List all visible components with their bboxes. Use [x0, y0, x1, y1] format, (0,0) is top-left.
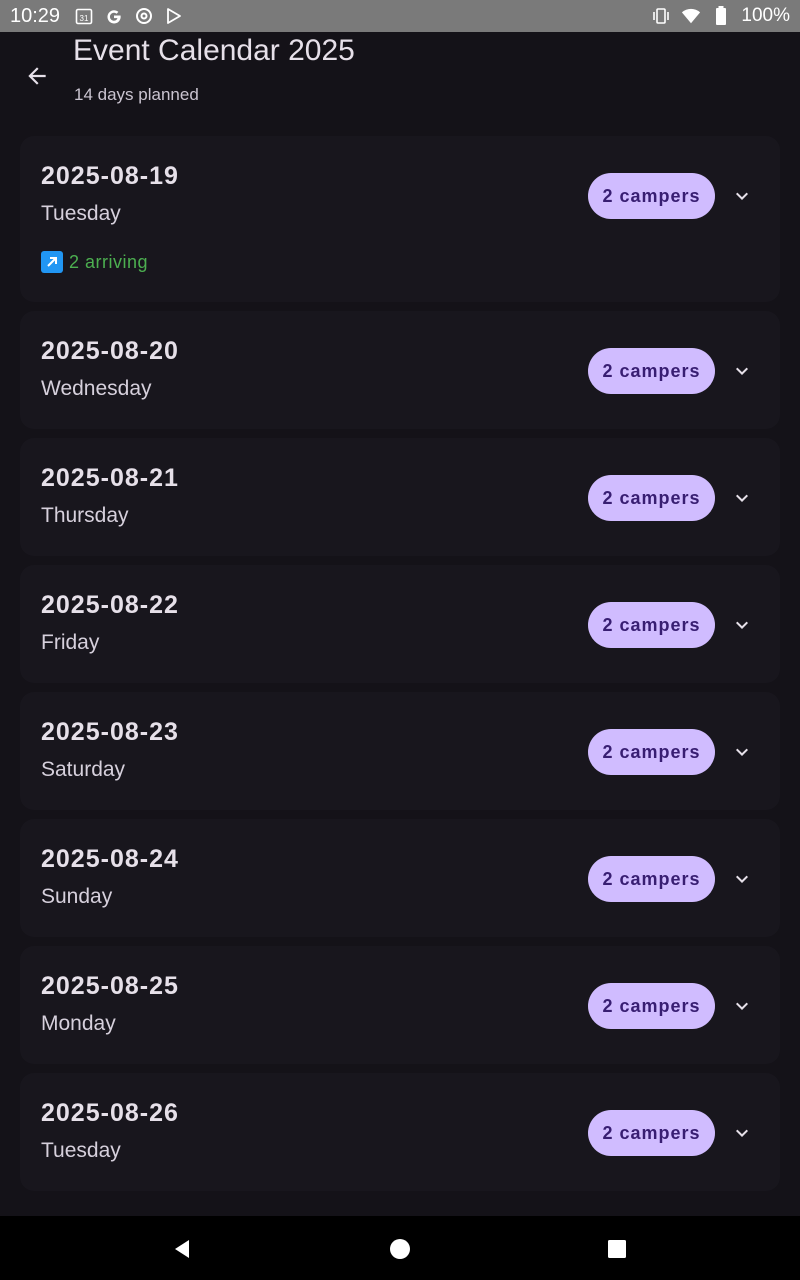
day-date: 2025-08-25: [41, 972, 179, 1000]
day-card[interactable]: 2025-08-19 Tuesday 2 campers 2 arriving: [20, 136, 780, 302]
day-weekday: Tuesday: [41, 1139, 121, 1162]
chevron-down-icon: [736, 494, 748, 502]
chevron-down-icon: [736, 621, 748, 629]
day-date: 2025-08-21: [41, 464, 179, 492]
day-card[interactable]: 2025-08-25 Monday 2 campers: [20, 946, 780, 1064]
vibrate-icon: [651, 6, 671, 26]
day-weekday: Monday: [41, 1012, 116, 1035]
nav-recents-button[interactable]: [602, 1234, 632, 1264]
page-title: Event Calendar 2025: [73, 34, 355, 67]
camper-count-chip[interactable]: 2 campers: [588, 856, 715, 902]
square-recents-icon: [608, 1240, 626, 1258]
battery-icon: [711, 6, 731, 26]
camper-count-chip[interactable]: 2 campers: [588, 602, 715, 648]
camper-count-chip[interactable]: 2 campers: [588, 475, 715, 521]
status-bar: 10:29 31 100%: [0, 0, 800, 32]
calendar-icon: 31: [74, 6, 94, 26]
day-card[interactable]: 2025-08-22 Friday 2 campers: [20, 565, 780, 683]
chevron-down-icon: [736, 1002, 748, 1010]
expand-button[interactable]: [730, 486, 754, 510]
page-subtitle: 14 days planned: [74, 85, 199, 104]
status-icons-left: 31: [74, 6, 184, 26]
status-icons-right: 100%: [651, 5, 790, 27]
app-bar: Event Calendar 2025 14 days planned: [0, 32, 800, 128]
day-weekday: Sunday: [41, 885, 113, 908]
expand-button[interactable]: [730, 994, 754, 1018]
camper-count-chip[interactable]: 2 campers: [588, 348, 715, 394]
day-date: 2025-08-24: [41, 845, 179, 873]
expand-button[interactable]: [730, 184, 754, 208]
camper-count-chip[interactable]: 2 campers: [588, 1110, 715, 1156]
camper-count-chip[interactable]: 2 campers: [588, 173, 715, 219]
camper-count-chip[interactable]: 2 campers: [588, 983, 715, 1029]
arrow-up-right-icon: [41, 251, 63, 273]
chevron-down-icon: [736, 367, 748, 375]
day-weekday: Tuesday: [41, 202, 121, 225]
day-weekday: Wednesday: [41, 377, 152, 400]
expand-button[interactable]: [730, 1121, 754, 1145]
day-weekday: Saturday: [41, 758, 126, 781]
play-store-icon: [164, 6, 184, 26]
day-card[interactable]: 2025-08-24 Sunday 2 campers: [20, 819, 780, 937]
day-list: 2025-08-19 Tuesday 2 campers 2 arriving …: [20, 136, 780, 1200]
expand-button[interactable]: [730, 867, 754, 891]
arrow-back-icon: [28, 67, 46, 85]
day-weekday: Thursday: [41, 504, 129, 527]
day-card[interactable]: 2025-08-23 Saturday 2 campers: [20, 692, 780, 810]
status-time: 10:29: [10, 4, 61, 27]
expand-button[interactable]: [730, 740, 754, 764]
chevron-down-icon: [736, 192, 748, 200]
wifi-icon: [681, 6, 701, 26]
google-icon: [104, 6, 124, 26]
nav-back-button[interactable]: [167, 1234, 197, 1264]
nav-home-button[interactable]: [385, 1234, 415, 1264]
chevron-down-icon: [736, 875, 748, 883]
expand-button[interactable]: [730, 359, 754, 383]
day-date: 2025-08-19: [41, 162, 179, 190]
svg-text:31: 31: [80, 14, 89, 23]
day-card[interactable]: 2025-08-21 Thursday 2 campers: [20, 438, 780, 556]
day-card[interactable]: 2025-08-20 Wednesday 2 campers: [20, 311, 780, 429]
camper-count-chip[interactable]: 2 campers: [588, 729, 715, 775]
expand-button[interactable]: [730, 613, 754, 637]
day-weekday: Friday: [41, 631, 100, 654]
arriving-indicator: 2 arriving: [41, 251, 148, 273]
day-date: 2025-08-26: [41, 1099, 179, 1127]
chevron-down-icon: [736, 1129, 748, 1137]
back-button[interactable]: [17, 56, 57, 96]
day-date: 2025-08-22: [41, 591, 179, 619]
arriving-text: 2 arriving: [69, 251, 149, 272]
at-sign-icon: [134, 6, 154, 26]
day-date: 2025-08-23: [41, 718, 179, 746]
system-navigation-bar: [0, 1216, 800, 1280]
chevron-down-icon: [736, 748, 748, 756]
battery-percentage: 100%: [741, 5, 790, 26]
circle-home-icon: [390, 1239, 410, 1259]
day-date: 2025-08-20: [41, 337, 179, 365]
day-card[interactable]: 2025-08-26 Tuesday 2 campers: [20, 1073, 780, 1191]
triangle-back-icon: [175, 1240, 189, 1258]
